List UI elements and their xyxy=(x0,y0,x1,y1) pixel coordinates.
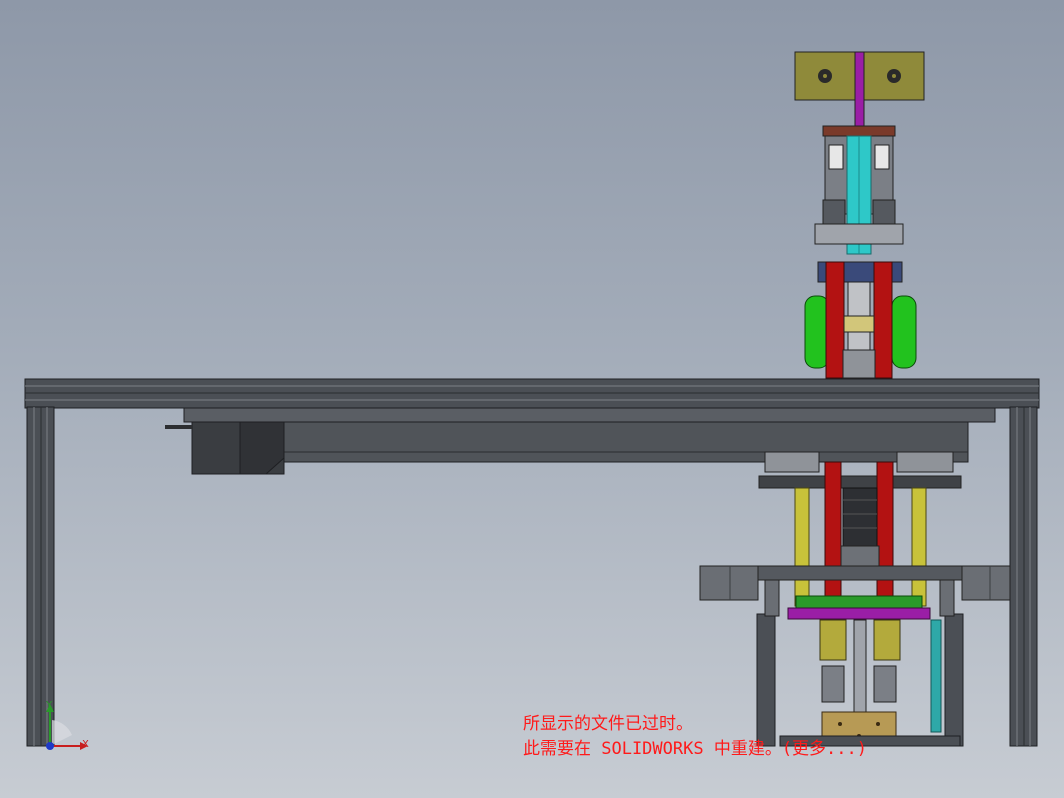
upper-assembly xyxy=(794,51,925,379)
green-wheel-left xyxy=(804,295,830,369)
rebuild-notice-line-1: 所显示的文件已过时。 xyxy=(523,714,693,734)
rebuild-notice-line-2[interactable]: 此需要在 SOLIDWORKS 中重建。(更多...) xyxy=(523,739,867,759)
lower-assembly xyxy=(699,451,1011,747)
triad-x-label: X xyxy=(82,739,89,750)
green-wheel-right xyxy=(891,295,917,369)
cad-viewport[interactable]: X Y xyxy=(0,0,1064,798)
triad-y-label: Y xyxy=(45,700,53,711)
linear-module xyxy=(165,407,996,475)
triad-origin xyxy=(46,742,54,750)
